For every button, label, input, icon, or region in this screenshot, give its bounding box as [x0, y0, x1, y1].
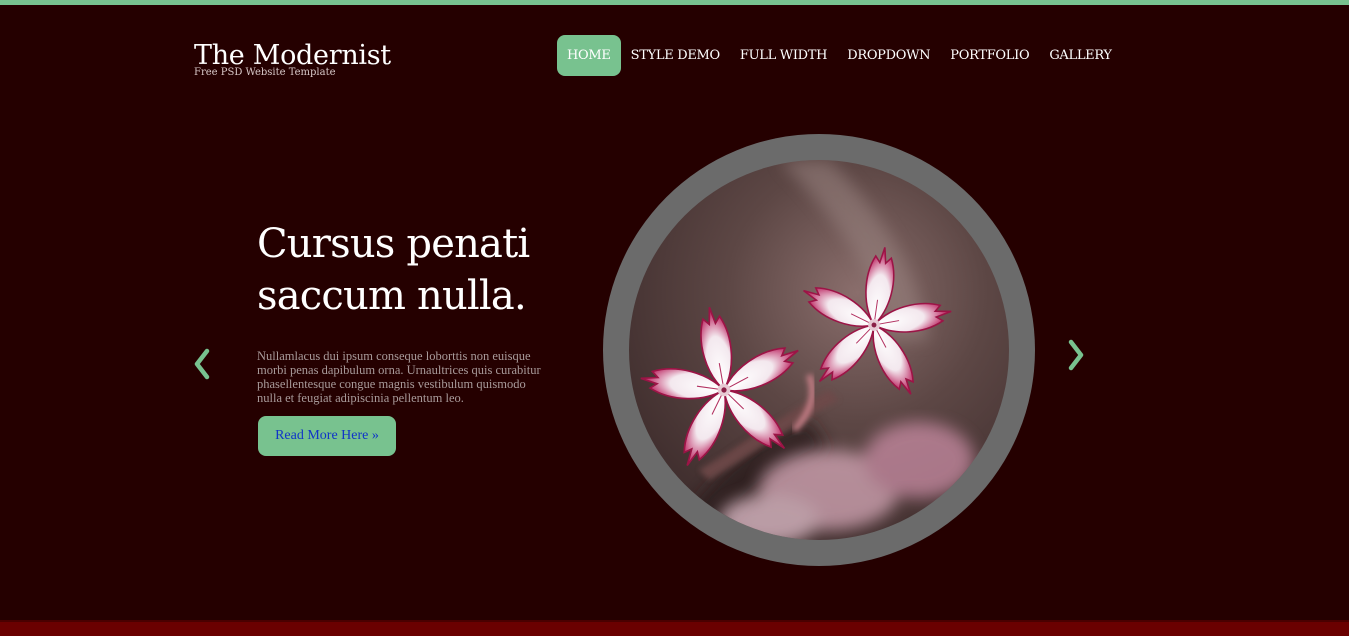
slide-body-text: Nullamlacus dui ipsum conseque loborttis… — [257, 349, 541, 405]
chevron-left-icon — [194, 348, 210, 380]
slide-heading: Cursus penati saccum nulla. — [257, 218, 577, 322]
slide-heading-line1: Cursus penati — [257, 221, 530, 267]
nav-item-style-demo[interactable]: STYLE DEMO — [621, 35, 730, 76]
footer-bar — [0, 620, 1349, 636]
chevron-right-icon — [1068, 339, 1084, 371]
nav-item-portfolio[interactable]: PORTFOLIO — [940, 35, 1039, 76]
slider-prev-button[interactable] — [192, 345, 212, 385]
slide-image — [629, 160, 1009, 540]
main-nav: HOME STYLE DEMO FULL WIDTH DROPDOWN PORT… — [557, 35, 1122, 76]
slider-next-button[interactable] — [1066, 336, 1086, 376]
top-accent-bar — [0, 0, 1349, 5]
nav-item-full-width[interactable]: FULL WIDTH — [730, 35, 837, 76]
nav-item-home[interactable]: HOME — [557, 35, 621, 76]
nav-item-dropdown[interactable]: DROPDOWN — [837, 35, 940, 76]
read-more-button[interactable]: Read More Here » — [258, 416, 396, 456]
nav-item-gallery[interactable]: GALLERY — [1039, 35, 1121, 76]
site-logo[interactable]: The Modernist Free PSD Website Template — [194, 40, 391, 78]
slide-heading-line2: saccum nulla. — [257, 273, 527, 319]
